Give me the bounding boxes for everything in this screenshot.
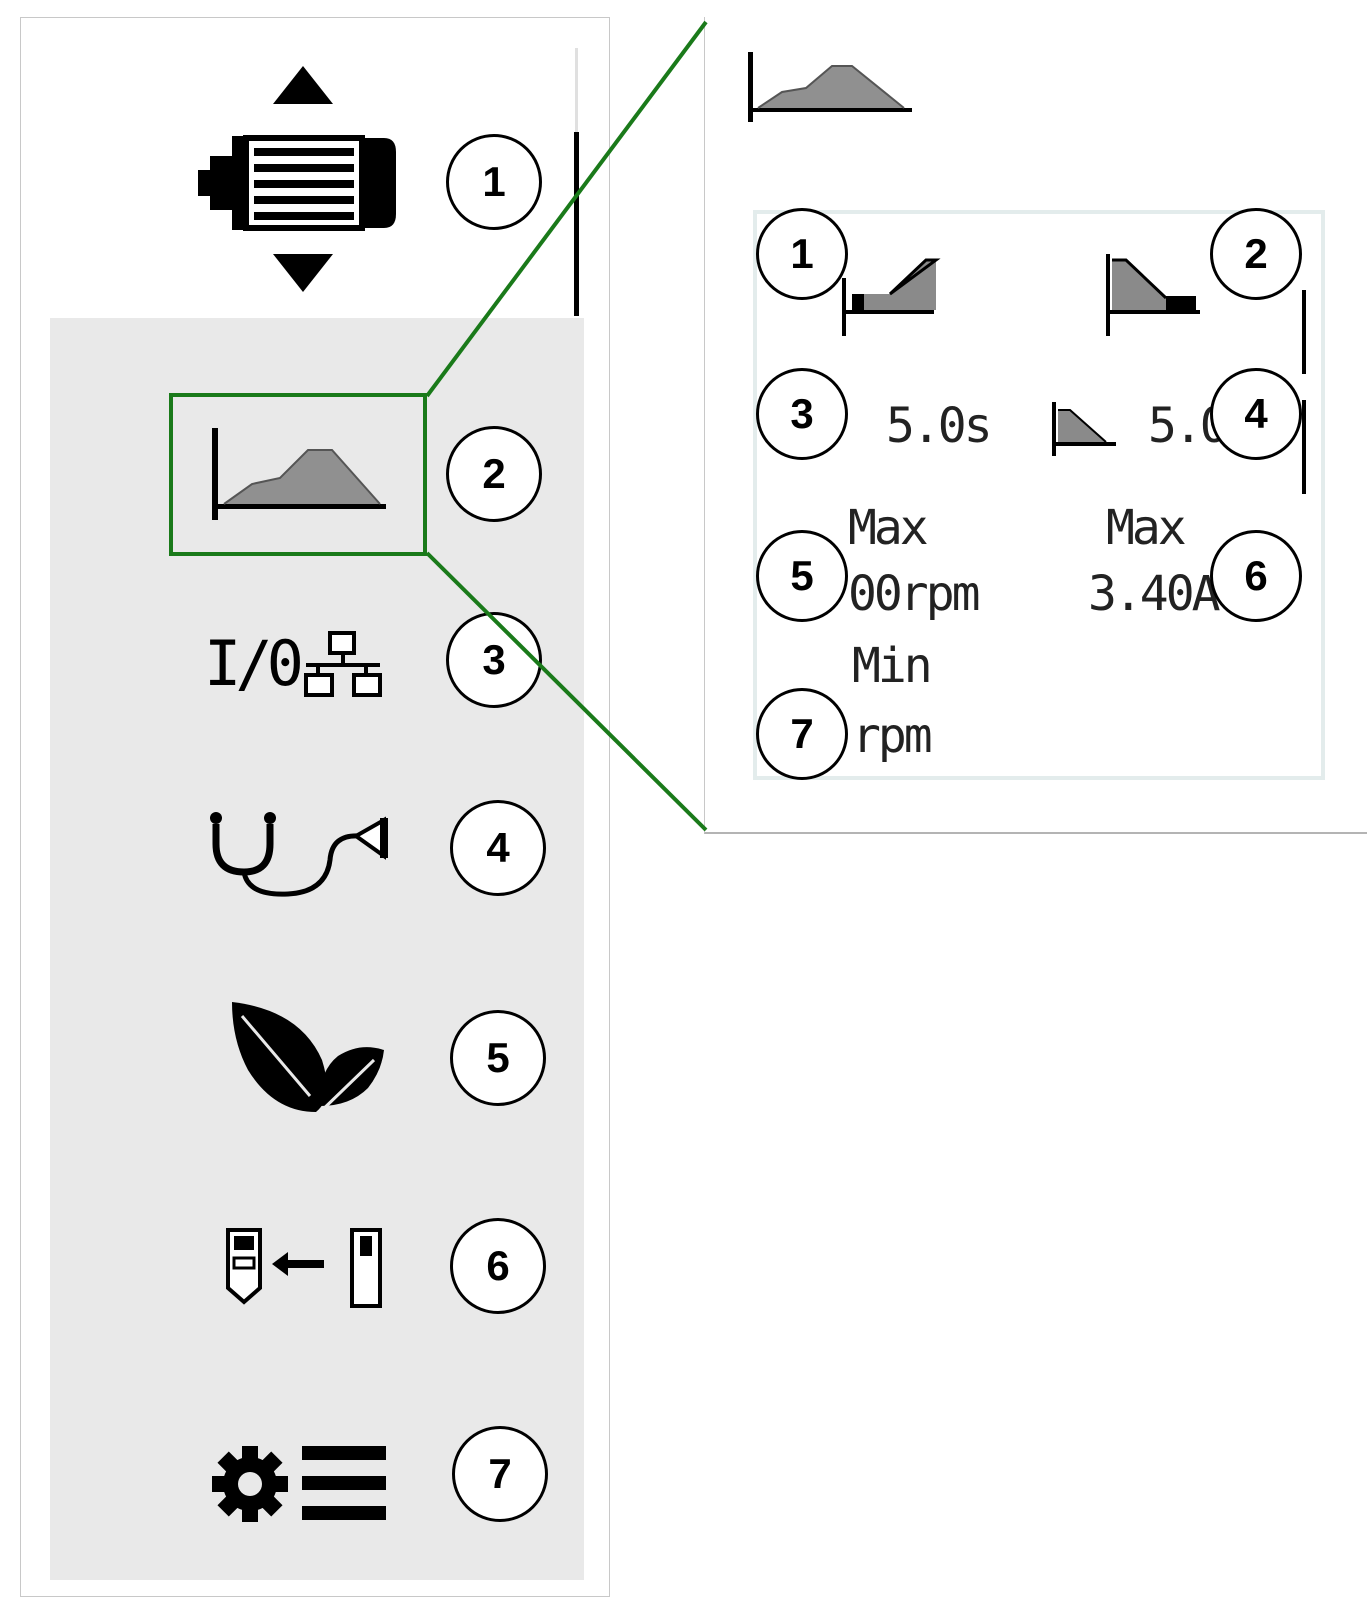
accel-ramp-icon[interactable] bbox=[842, 254, 942, 338]
zoom-callout-7: 7 bbox=[756, 688, 848, 780]
ramp-profile-icon bbox=[748, 52, 912, 122]
zoom-callout-5: 5 bbox=[756, 530, 848, 622]
min-speed-value[interactable]: rpm bbox=[852, 712, 933, 760]
highlight-box bbox=[169, 393, 427, 556]
scroll-indicator bbox=[1302, 290, 1306, 374]
min-speed-label: Min bbox=[852, 638, 933, 694]
callout-3: 3 bbox=[446, 612, 542, 708]
device-copy-icon bbox=[226, 1228, 382, 1308]
zoom-header-ramp bbox=[748, 52, 916, 124]
stethoscope-icon bbox=[210, 812, 388, 897]
zoom-callout-1: 1 bbox=[756, 208, 848, 300]
menu-item-diagnostics[interactable] bbox=[208, 810, 398, 900]
menu-item-motor[interactable] bbox=[198, 66, 408, 302]
menu-item-settings[interactable] bbox=[210, 1442, 390, 1526]
menu-item-io[interactable]: I/0 bbox=[204, 626, 390, 702]
scrollbar-track[interactable] bbox=[575, 48, 578, 136]
callout-1: 1 bbox=[446, 134, 542, 230]
zoom-callout-3: 3 bbox=[756, 368, 848, 460]
ramp-down-icon bbox=[1052, 402, 1116, 456]
callout-4: 4 bbox=[450, 800, 546, 896]
network-icon bbox=[303, 631, 382, 697]
ramp-up-icon bbox=[842, 258, 941, 336]
zoom-callout-2: 2 bbox=[1210, 208, 1302, 300]
gear-menu-icon bbox=[212, 1446, 386, 1522]
scrollbar-thumb[interactable] bbox=[574, 132, 579, 316]
callout-5: 5 bbox=[450, 1010, 546, 1106]
ramp-down-icon bbox=[1106, 254, 1200, 336]
max-speed-value[interactable]: 00rpm bbox=[848, 570, 980, 618]
callout-7: 7 bbox=[452, 1426, 548, 1522]
max-current-value[interactable]: 3.40A bbox=[1088, 570, 1220, 618]
scroll-indicator bbox=[1302, 400, 1306, 494]
menu-item-energy[interactable] bbox=[230, 1000, 386, 1124]
leaf-icon bbox=[232, 1002, 384, 1120]
decel-ramp-icon[interactable] bbox=[1106, 254, 1206, 338]
menu-item-copy[interactable] bbox=[224, 1226, 392, 1310]
zoom-callout-6: 6 bbox=[1210, 530, 1302, 622]
callout-2: 2 bbox=[446, 426, 542, 522]
accel-time-value[interactable]: 5.0s bbox=[886, 402, 993, 450]
io-label: I/0 bbox=[204, 627, 304, 700]
callout-6: 6 bbox=[450, 1218, 546, 1314]
motor-speed-icon bbox=[198, 66, 396, 292]
decel-small-icon bbox=[1052, 402, 1118, 458]
max-speed-label: Max bbox=[848, 500, 929, 556]
zoom-callout-4: 4 bbox=[1210, 368, 1302, 460]
max-current-label: Max bbox=[1106, 500, 1187, 556]
